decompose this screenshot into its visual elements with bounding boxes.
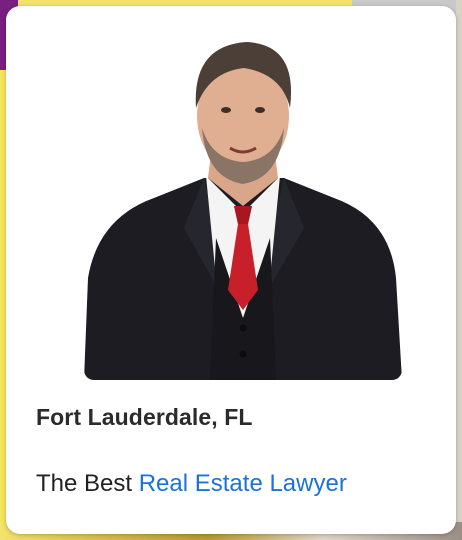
background-decoration bbox=[456, 0, 462, 540]
lawyer-card[interactable]: Fort Lauderdale, FL The Best Real Estate… bbox=[6, 6, 456, 534]
lawyer-location: Fort Lauderdale, FL bbox=[36, 404, 253, 430]
lawyer-photo[interactable] bbox=[84, 28, 402, 380]
practice-area-link[interactable]: Real Estate Lawyer bbox=[139, 470, 347, 497]
lawyer-tagline: The Best Real Estate Lawyer bbox=[36, 470, 347, 498]
lawyer-portrait-image bbox=[84, 28, 402, 380]
tagline-prefix: The Best bbox=[36, 470, 133, 497]
